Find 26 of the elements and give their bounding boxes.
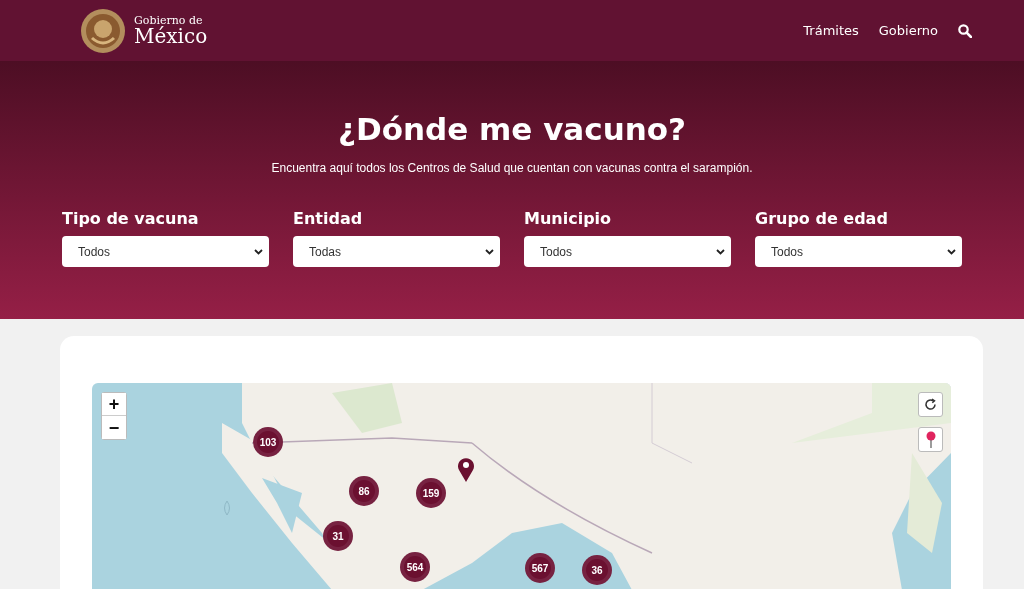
pin-button[interactable] [918,427,943,452]
page-subtitle: Encuentra aquí todos los Centros de Salud que cuentan con vacunas contra el sarampión. [271,161,753,175]
filter-dropdown[interactable]: Todos [62,236,269,267]
zoom-in-button[interactable]: + [102,393,126,416]
refresh-icon [924,398,937,411]
logo-subtitle: Gobierno de [134,15,203,26]
filter-label: Entidad [293,209,364,228]
map-pin-icon[interactable] [457,457,475,483]
emblem-icon [80,7,126,54]
nav-link[interactable]: Trámites [803,23,859,38]
filter-label: Tipo de vacuna [62,209,200,228]
nav-link[interactable]: Gobierno [878,23,938,38]
filter-dropdown[interactable]: Todos [524,236,731,267]
chevron-down-icon [947,248,956,255]
filter-label: Grupo de edad [755,209,889,228]
logo-title: México [134,26,208,46]
refresh-button[interactable] [918,392,943,417]
filter-label: Municipio [524,209,613,228]
filter-dropdown[interactable]: Todas [293,236,500,267]
page-title: ¿Dónde me vacuno? [337,111,687,147]
filter-dropdown[interactable]: Todos [755,236,962,267]
chevron-down-icon [485,248,494,255]
chevron-down-icon [254,248,263,255]
search-icon[interactable] [958,23,972,38]
chevron-down-icon [716,248,725,255]
pushpin-icon [925,430,936,449]
